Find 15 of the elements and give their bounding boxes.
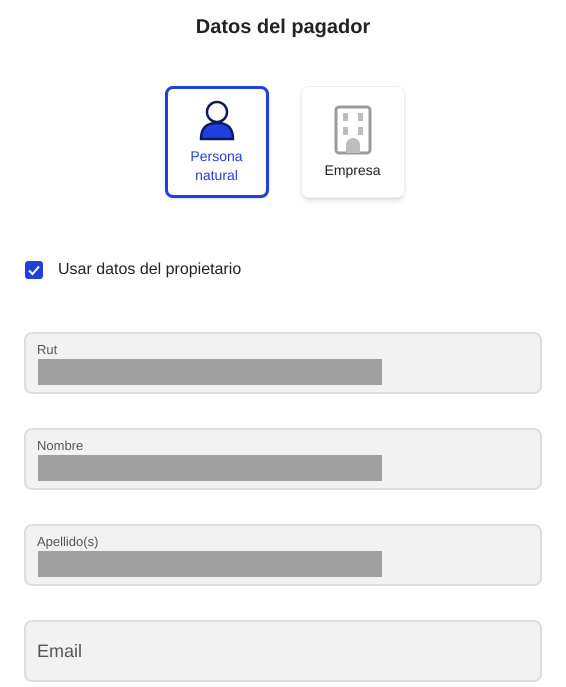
input-field[interactable]: Apellido(s) — [24, 524, 542, 586]
field-label: Nombre — [37, 438, 84, 454]
building-icon — [332, 104, 372, 154]
field-label: Apellido(s) — [37, 534, 100, 550]
email-input[interactable]: Email — [37, 638, 529, 664]
checkmark-icon — [27, 263, 41, 277]
form-title: Datos del pagador — [194, 15, 372, 40]
input-field[interactable]: Email — [24, 620, 542, 682]
checkbox-label: Usar datos del propietario — [58, 260, 242, 280]
checkbox[interactable] — [25, 261, 43, 279]
field-label: Rut — [37, 342, 58, 358]
payer-type-option[interactable]: Empresa — [300, 86, 404, 198]
input-field[interactable]: Rut — [24, 332, 542, 394]
input-field[interactable]: Nombre — [24, 428, 542, 490]
payer-type-option[interactable]: Persona natural — [164, 86, 268, 198]
